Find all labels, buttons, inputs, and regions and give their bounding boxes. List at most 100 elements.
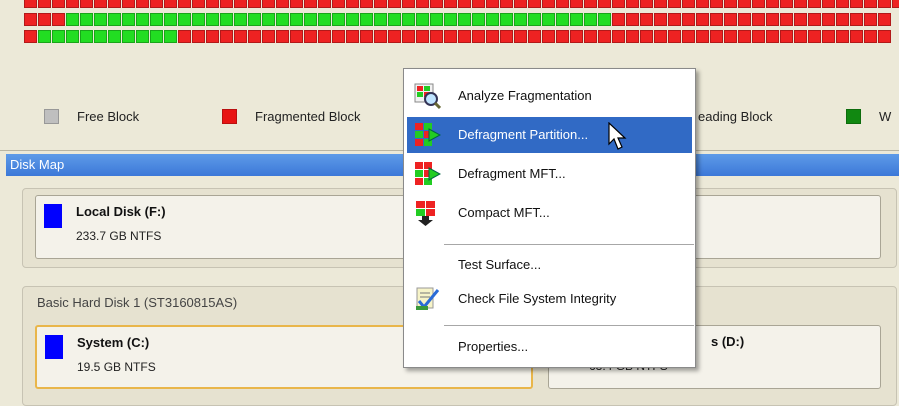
disk-block — [262, 0, 275, 8]
menu-item-compact-mft[interactable]: Compact MFT... — [407, 195, 692, 231]
partition-color-bar — [45, 335, 63, 359]
disk-block — [416, 30, 429, 43]
menu-item-properties[interactable]: Properties... — [407, 331, 692, 363]
disk-block — [752, 0, 765, 8]
disk-block — [52, 13, 65, 26]
disk-block — [822, 30, 835, 43]
menu-item-label: Properties... — [458, 339, 529, 354]
disk-block — [752, 30, 765, 43]
disk-block — [66, 13, 79, 26]
block-map — [0, 0, 899, 70]
disk-block — [318, 30, 331, 43]
disk-block — [738, 13, 751, 26]
disk-block — [878, 0, 891, 8]
disk-block — [122, 0, 135, 8]
disk-block — [332, 0, 345, 8]
disk-title: Basic Hard Disk 1 (ST3160815AS) — [37, 295, 238, 310]
disk-block — [220, 13, 233, 26]
disk-block — [136, 30, 149, 43]
disk-block — [318, 0, 331, 8]
disk-block — [598, 13, 611, 26]
disk-block — [486, 13, 499, 26]
disk-block — [486, 30, 499, 43]
disk-block — [388, 0, 401, 8]
disk-block — [654, 30, 667, 43]
disk-block — [514, 30, 527, 43]
disk-block — [598, 30, 611, 43]
disk-block — [822, 13, 835, 26]
disk-block — [136, 0, 149, 8]
disk-block — [122, 30, 135, 43]
disk-block — [584, 30, 597, 43]
disk-block — [304, 13, 317, 26]
check-file-system-icon — [416, 287, 440, 310]
menu-separator — [444, 325, 694, 326]
disk-block — [262, 30, 275, 43]
menu-item-label: Defragment Partition... — [458, 127, 589, 142]
disk-block — [836, 30, 849, 43]
disk-block — [850, 0, 863, 8]
menu-item-defragment-mft[interactable]: Defragment MFT... — [407, 156, 692, 192]
disk-block — [710, 13, 723, 26]
disk-block — [892, 0, 899, 8]
menu-item-analyze-fragmentation[interactable]: Analyze Fragmentation — [407, 78, 692, 114]
disk-block — [766, 30, 779, 43]
partition-info: 19.5 GB NTFS — [77, 360, 156, 374]
disk-block — [122, 13, 135, 26]
defragment-partition-icon — [415, 123, 441, 146]
disk-block — [472, 0, 485, 8]
disk-block — [38, 0, 51, 8]
disk-block — [374, 30, 387, 43]
defragment-mft-icon — [415, 162, 441, 185]
disk-block — [248, 30, 261, 43]
disk-block — [388, 13, 401, 26]
disk-block — [136, 13, 149, 26]
disk-block — [682, 13, 695, 26]
disk-block — [332, 13, 345, 26]
disk-block — [864, 30, 877, 43]
disk-block — [66, 30, 79, 43]
disk-block — [528, 0, 541, 8]
disk-block — [94, 13, 107, 26]
disk-block — [444, 0, 457, 8]
menu-item-test-surface[interactable]: Test Surface... — [407, 249, 692, 281]
disk-block — [94, 0, 107, 8]
disk-block — [178, 30, 191, 43]
legend-label: Free Block — [77, 108, 140, 124]
disk-block — [822, 0, 835, 8]
menu-item-defragment-partition[interactable]: Defragment Partition... — [407, 117, 692, 153]
disk-block — [318, 13, 331, 26]
disk-block — [472, 30, 485, 43]
menu-item-check-file-system-integrity[interactable]: Check File System Integrity — [407, 281, 692, 317]
disk-block — [528, 30, 541, 43]
disk-block — [178, 0, 191, 8]
disk-block — [52, 0, 65, 8]
disk-block — [178, 13, 191, 26]
disk-block — [444, 30, 457, 43]
disk-block — [780, 13, 793, 26]
disk-block — [808, 13, 821, 26]
menu-item-label: Analyze Fragmentation — [458, 88, 592, 103]
disk-block — [24, 0, 37, 8]
disk-block — [472, 13, 485, 26]
disk-block — [164, 13, 177, 26]
disk-block — [850, 13, 863, 26]
disk-block — [724, 13, 737, 26]
disk-block — [542, 0, 555, 8]
disk-block — [52, 30, 65, 43]
disk-block — [668, 0, 681, 8]
disk-block — [654, 13, 667, 26]
disk-block — [430, 30, 443, 43]
fragmented-block-swatch — [222, 108, 237, 124]
disk-block — [80, 13, 93, 26]
disk-block — [780, 30, 793, 43]
disk-block — [402, 30, 415, 43]
disk-block — [612, 0, 625, 8]
legend-free-block: Free Block — [44, 108, 139, 124]
legend-label: Fragmented Block — [255, 108, 361, 124]
partition-color-bar — [44, 204, 62, 228]
disk-block — [626, 30, 639, 43]
disk-block — [542, 13, 555, 26]
disk-block — [164, 0, 177, 8]
menu-item-label: Test Surface... — [458, 257, 542, 272]
